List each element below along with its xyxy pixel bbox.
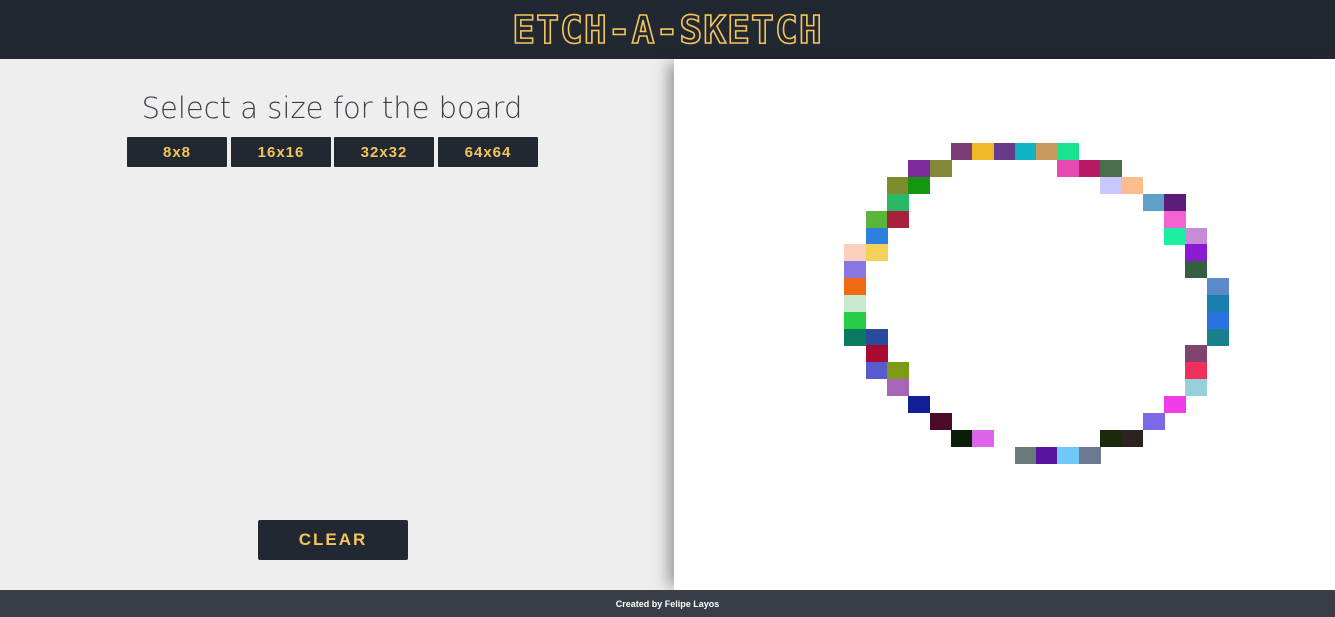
board-cell[interactable] xyxy=(1164,228,1186,245)
size-8x8-button[interactable]: 8x8 xyxy=(127,137,227,167)
board-cell[interactable] xyxy=(1185,261,1207,278)
size-prompt-heading: Select a size for the board xyxy=(141,91,523,125)
app-header: ETCH-A-SKETCH xyxy=(0,0,1335,59)
board-cell[interactable] xyxy=(1100,177,1122,194)
board-cell[interactable] xyxy=(844,295,866,312)
board-cell[interactable] xyxy=(1207,312,1229,329)
board-cell[interactable] xyxy=(930,413,952,430)
board-cell[interactable] xyxy=(1207,329,1229,346)
board-cell[interactable] xyxy=(908,160,930,177)
board-cell[interactable] xyxy=(1164,194,1186,211)
board-cell[interactable] xyxy=(1207,278,1229,295)
board-cell[interactable] xyxy=(1185,345,1207,362)
board-cell[interactable] xyxy=(1185,362,1207,379)
size-32x32-button[interactable]: 32x32 xyxy=(334,137,434,167)
board-cell[interactable] xyxy=(1057,143,1079,160)
footer-credit: Created by Felipe Layos xyxy=(615,598,720,609)
board-cell[interactable] xyxy=(1185,244,1207,261)
board-cell[interactable] xyxy=(887,177,909,194)
board-cell[interactable] xyxy=(1143,194,1165,211)
board-cell[interactable] xyxy=(866,345,888,362)
board-cell[interactable] xyxy=(908,396,930,413)
board-cell[interactable] xyxy=(994,143,1016,160)
board-cell[interactable] xyxy=(1036,143,1058,160)
board-cell[interactable] xyxy=(1121,177,1143,194)
board-cell[interactable] xyxy=(1143,413,1165,430)
board-cell[interactable] xyxy=(866,362,888,379)
board-cell[interactable] xyxy=(866,228,888,245)
board-cell[interactable] xyxy=(1079,447,1101,464)
board-cell[interactable] xyxy=(1057,160,1079,177)
board-cell[interactable] xyxy=(844,329,866,346)
board-cell[interactable] xyxy=(844,312,866,329)
board-cell[interactable] xyxy=(1100,160,1122,177)
size-64x64-button[interactable]: 64x64 xyxy=(438,137,538,167)
board-cell[interactable] xyxy=(1015,143,1037,160)
board-cell[interactable] xyxy=(951,143,973,160)
board-cell[interactable] xyxy=(1207,295,1229,312)
board-cell[interactable] xyxy=(1164,396,1186,413)
board-cell[interactable] xyxy=(1079,160,1101,177)
app-logo: ETCH-A-SKETCH xyxy=(511,7,823,52)
board-cell[interactable] xyxy=(866,329,888,346)
board-cell[interactable] xyxy=(972,430,994,447)
board-cell[interactable] xyxy=(844,278,866,295)
board-cell[interactable] xyxy=(1015,447,1037,464)
board-cell[interactable] xyxy=(1057,447,1079,464)
page-footer: Created by Felipe Layos xyxy=(0,590,1335,617)
board-cell[interactable] xyxy=(1100,430,1122,447)
board-cell[interactable] xyxy=(844,244,866,261)
board-cell[interactable] xyxy=(866,211,888,228)
board-cell[interactable] xyxy=(866,244,888,261)
clear-button[interactable]: CLEAR xyxy=(258,520,408,560)
board-cell[interactable] xyxy=(972,143,994,160)
size-16x16-button[interactable]: 16x16 xyxy=(231,137,331,167)
board-cell[interactable] xyxy=(1036,447,1058,464)
board-cell[interactable] xyxy=(1185,379,1207,396)
board-cell[interactable] xyxy=(1185,228,1207,245)
board-cell[interactable] xyxy=(930,160,952,177)
board-cell[interactable] xyxy=(1121,430,1143,447)
board-cell[interactable] xyxy=(951,430,973,447)
board-cell[interactable] xyxy=(887,194,909,211)
board-cell[interactable] xyxy=(887,362,909,379)
board-cell[interactable] xyxy=(887,379,909,396)
board-cell[interactable] xyxy=(887,211,909,228)
sketch-board[interactable] xyxy=(674,59,1335,590)
board-cell[interactable] xyxy=(908,177,930,194)
board-grid[interactable] xyxy=(674,59,1335,590)
board-cell[interactable] xyxy=(1164,211,1186,228)
board-cell[interactable] xyxy=(844,261,866,278)
